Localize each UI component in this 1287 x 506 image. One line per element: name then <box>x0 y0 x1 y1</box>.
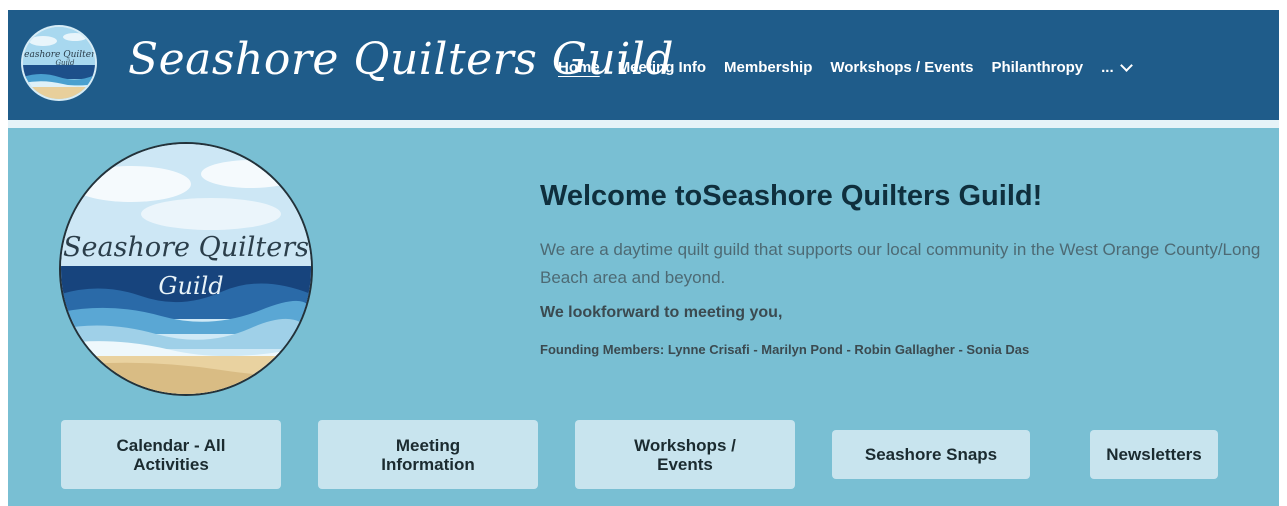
logo-text-line1: Seashore Quilters <box>63 232 309 263</box>
meeting-information-button[interactable]: Meeting Information <box>318 420 538 489</box>
nav-more-menu[interactable]: ... <box>1101 58 1133 76</box>
guild-logo-small[interactable]: Seashore Quilters Guild <box>23 27 95 99</box>
founding-members-text: Founding Members: Lynne Crisafi - Marily… <box>540 342 1030 357</box>
svg-text:Guild: Guild <box>55 59 75 67</box>
site-header: Seashore Quilters Guild Seashore Quilter… <box>8 10 1279 120</box>
logo-text-line2: Guild <box>158 272 223 300</box>
nav-home[interactable]: Home <box>558 59 600 76</box>
nav-membership[interactable]: Membership <box>724 59 812 76</box>
logo-illustration-icon: Seashore Quilters Guild <box>61 144 311 394</box>
workshops-events-button[interactable]: Workshops / Events <box>575 420 795 489</box>
nav-more-label: ... <box>1101 58 1114 76</box>
guild-logo-large: Seashore Quilters Guild <box>61 144 311 394</box>
intro-text: We are a daytime quilt guild that suppor… <box>540 240 1261 287</box>
logo-graphic-icon: Seashore Quilters Guild <box>23 27 95 99</box>
hero-section: Seashore Quilters Guild Welcome toSeasho… <box>8 128 1279 506</box>
calendar-all-activities-button[interactable]: Calendar - All Activities <box>61 420 281 489</box>
nav-workshops-events[interactable]: Workshops / Events <box>830 59 973 76</box>
nav-meeting-info[interactable]: Meeting Info <box>618 59 706 76</box>
welcome-heading: Welcome toSeashore Quilters Guild! <box>540 180 1043 212</box>
closing-text: We lookforward to meeting you, <box>540 304 783 321</box>
chevron-down-icon <box>1119 58 1133 72</box>
header-divider <box>8 120 1279 128</box>
newsletters-button[interactable]: Newsletters <box>1090 430 1218 479</box>
nav-philanthropy[interactable]: Philanthropy <box>991 59 1083 76</box>
seashore-snaps-button[interactable]: Seashore Snaps <box>832 430 1030 479</box>
main-nav: Home Meeting Info Membership Workshops /… <box>558 55 1133 79</box>
